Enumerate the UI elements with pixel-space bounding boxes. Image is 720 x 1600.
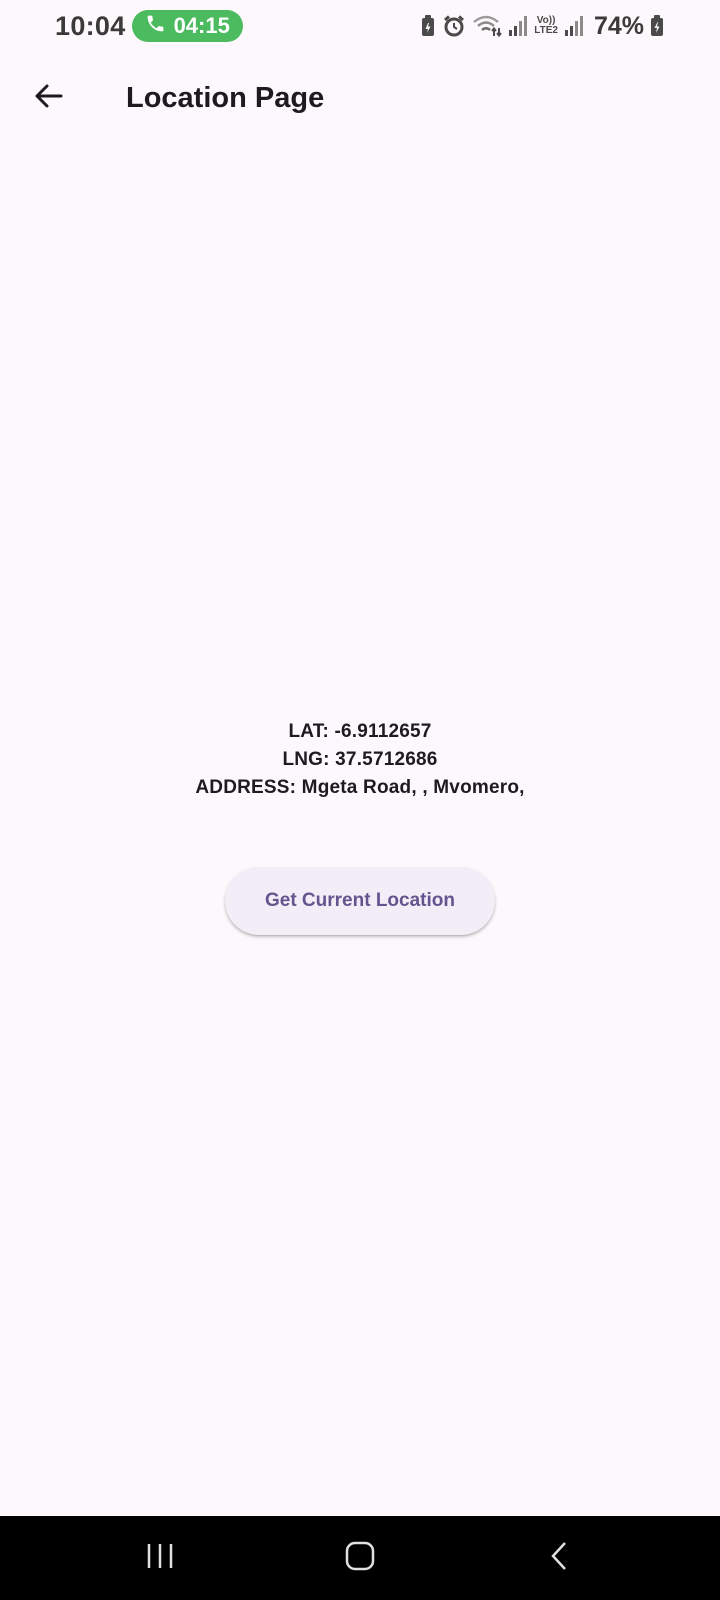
- recent-apps-button[interactable]: [115, 1523, 205, 1593]
- battery-percent: 74%: [593, 11, 644, 40]
- longitude-text: LNG: 37.5712686: [282, 749, 438, 770]
- page-title: Location Page: [126, 81, 325, 114]
- status-bar: 10:04 04:15 Vo)) LTE2 74%: [0, 0, 720, 52]
- battery-saver-icon: [420, 14, 436, 38]
- signal-icon: [508, 14, 528, 38]
- home-icon: [345, 1541, 375, 1576]
- battery-charging-icon: [650, 14, 664, 38]
- location-info: LAT: -6.9112657 LNG: 37.5712686 ADDRESS:…: [0, 718, 720, 802]
- nav-back-button[interactable]: [515, 1523, 605, 1593]
- phone-icon: [145, 13, 166, 40]
- back-button[interactable]: [21, 70, 77, 126]
- home-button[interactable]: [315, 1523, 405, 1593]
- alarm-icon: [442, 14, 466, 38]
- screen: 10:04 04:15 Vo)) LTE2 74% Location Page …: [0, 0, 720, 1600]
- call-duration: 04:15: [173, 13, 230, 38]
- recent-apps-icon: [145, 1541, 175, 1576]
- status-icons: Vo)) LTE2 74%: [420, 12, 664, 41]
- volte-icon: Vo)) LTE2: [534, 16, 558, 36]
- app-bar: Location Page: [0, 58, 720, 138]
- signal-icon: [564, 14, 584, 38]
- back-icon: [545, 1541, 575, 1576]
- navigation-bar: [0, 1516, 720, 1600]
- arrow-back-icon: [33, 80, 65, 117]
- latitude-text: LAT: -6.9112657: [288, 721, 432, 742]
- status-time: 10:04: [55, 10, 126, 41]
- ongoing-call-chip[interactable]: 04:15: [131, 10, 243, 42]
- get-current-location-button[interactable]: Get Current Location: [225, 867, 495, 935]
- address-text: ADDRESS: Mgeta Road, , Mvomero,: [195, 777, 525, 798]
- wifi-icon: [472, 14, 503, 38]
- lte2-label: LTE2: [534, 25, 558, 36]
